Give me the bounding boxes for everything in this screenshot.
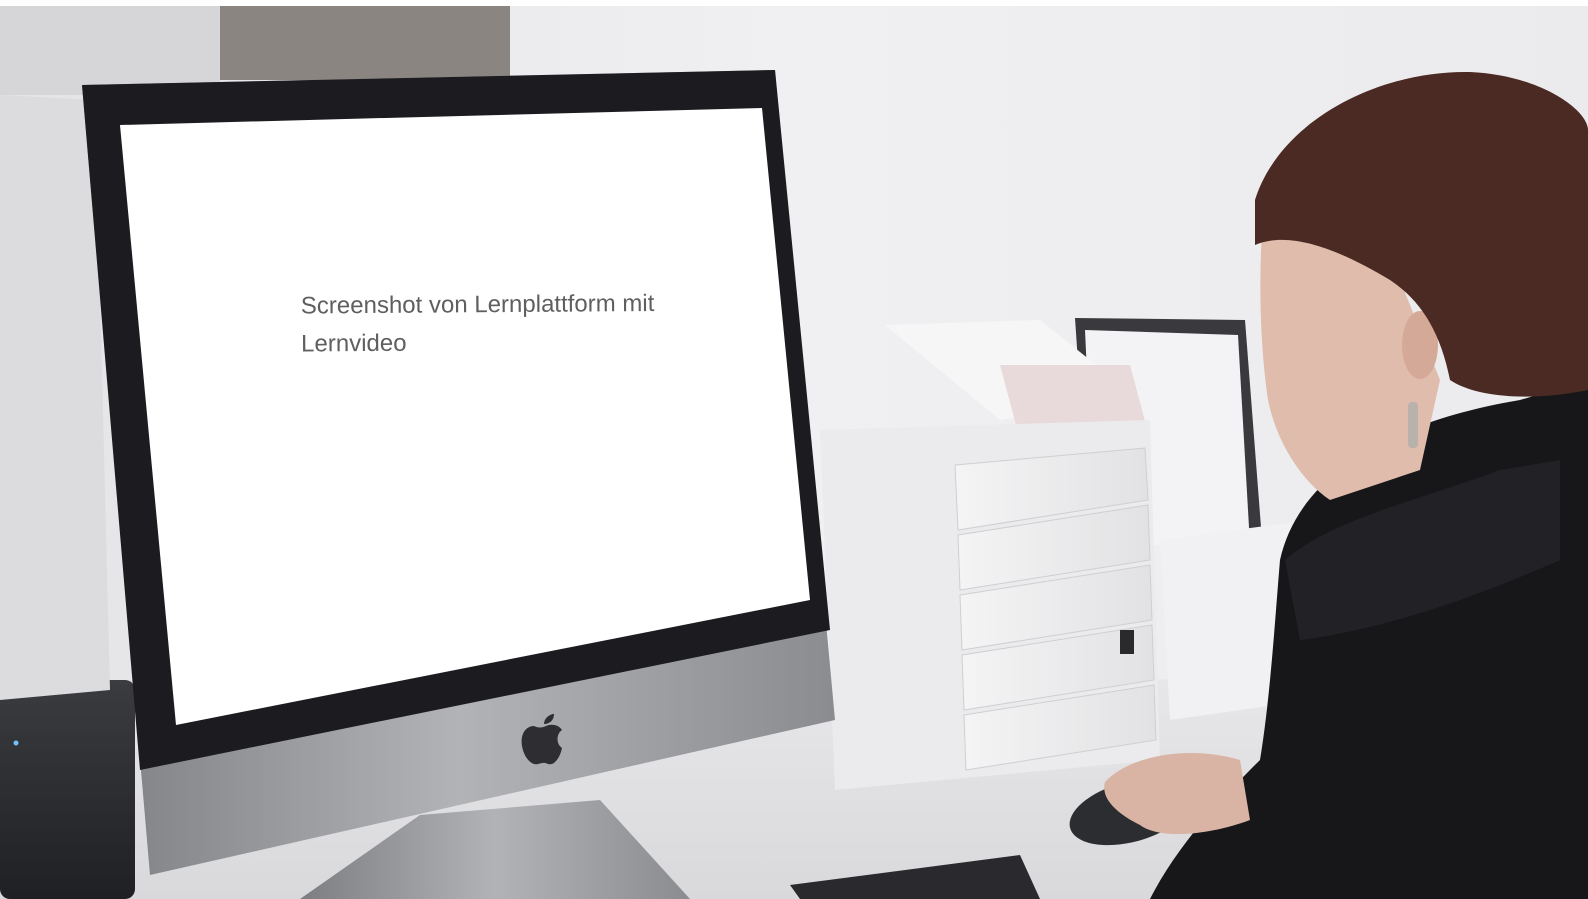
screen-placeholder-text: Screenshot von Lernplattform mit Lernvid… [301,285,722,364]
shelf-shadow [220,0,510,80]
screen-text-line-1: Screenshot von Lernplattform mit [300,289,655,320]
scene-illustration [0,0,1588,899]
screen-text-line-2: Lernvideo [301,329,407,358]
drawer-icon [1120,630,1134,654]
external-drive [0,680,135,899]
earring [1408,402,1418,448]
status-light [13,740,19,746]
window-frame [0,0,220,95]
photo-scene: Screenshot von Lernplattform mit Lernvid… [0,0,1588,899]
